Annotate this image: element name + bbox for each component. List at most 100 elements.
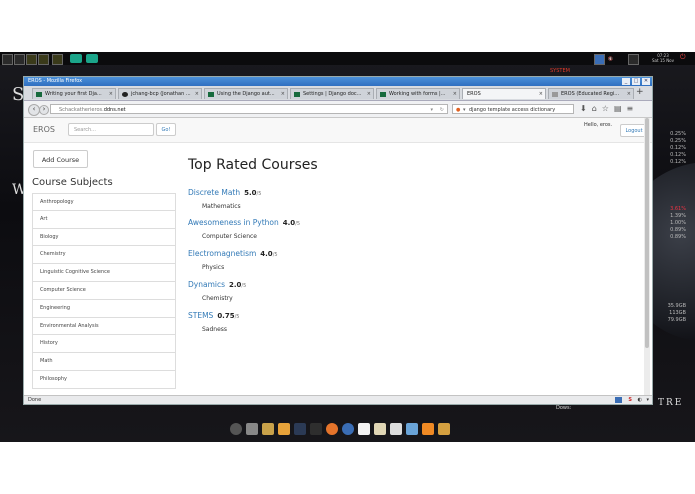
- tray-network-icon[interactable]: [594, 54, 605, 65]
- tab-close-icon[interactable]: ×: [195, 89, 199, 99]
- minimize-button[interactable]: _: [622, 78, 630, 85]
- add-course-button[interactable]: Add Course: [33, 150, 88, 168]
- dock-search-icon[interactable]: [438, 423, 450, 435]
- subject-item-environmental-analysis[interactable]: Environmental Analysis: [32, 317, 176, 336]
- dock-vlc-icon[interactable]: [422, 423, 434, 435]
- dock-terminal-icon[interactable]: [294, 423, 306, 435]
- close-button[interactable]: ✕: [642, 78, 650, 85]
- home-icon[interactable]: ⌂: [592, 104, 597, 113]
- course-score: 2.0: [228, 281, 242, 289]
- search-bar[interactable]: ● ▾ django template access dictionary: [452, 104, 574, 114]
- dropdown-arrow-icon[interactable]: ▾: [430, 105, 433, 115]
- dock-app-icon[interactable]: [310, 423, 322, 435]
- dock-text-icon[interactable]: [390, 423, 402, 435]
- reload-icon[interactable]: ↻: [440, 105, 444, 115]
- dock-folder-icon[interactable]: [278, 423, 290, 435]
- dock-media-icon[interactable]: [262, 423, 274, 435]
- tab-close-icon[interactable]: ×: [453, 89, 457, 99]
- course-subjects-heading: Course Subjects: [32, 177, 113, 188]
- site-search-input[interactable]: Search...: [68, 123, 154, 136]
- dock-image-icon[interactable]: [406, 423, 418, 435]
- bookmark-star-icon[interactable]: ☆: [602, 104, 609, 113]
- go-button[interactable]: Go!: [156, 123, 176, 136]
- download-icon[interactable]: ⬇: [580, 104, 587, 113]
- panel-launcher-icon[interactable]: [2, 54, 13, 65]
- course-link[interactable]: Electromagnetism: [188, 249, 256, 258]
- status-grid-icon[interactable]: [615, 397, 622, 403]
- course-link[interactable]: Dynamics: [188, 280, 225, 289]
- page-scrollbar[interactable]: [644, 118, 650, 395]
- status-s-icon[interactable]: S: [628, 396, 632, 405]
- github-favicon-icon: [122, 92, 128, 97]
- search-engine-dropdown-icon[interactable]: ▾: [463, 105, 466, 115]
- url-bar[interactable]: Schackatherieros.ddns.net ▾ ↻: [50, 104, 448, 114]
- subject-item-philosophy[interactable]: Philosophy: [32, 370, 176, 389]
- panel-green-icon[interactable]: [70, 54, 82, 63]
- subject-item-history[interactable]: History: [32, 335, 176, 354]
- tab-eros-educated[interactable]: EROS (Educated Regi... ×: [548, 88, 634, 99]
- power-icon[interactable]: ⏻: [680, 54, 686, 61]
- tab-django-auth[interactable]: Using the Django aut... ×: [204, 88, 288, 99]
- window-titlebar[interactable]: EROS - Mozilla Firefox _ □ ✕: [24, 77, 652, 86]
- desktop-right-text: TRE: [658, 398, 684, 408]
- dock-globe-icon[interactable]: [342, 423, 354, 435]
- forward-button[interactable]: ›: [39, 105, 49, 115]
- subject-item-math[interactable]: Math: [32, 353, 176, 371]
- django-favicon-icon: [294, 92, 300, 97]
- tab-label: jchang-bcp (Jonathan ...: [131, 91, 191, 97]
- tab-label: Working with forms |...: [389, 91, 446, 97]
- panel-app-icon[interactable]: [52, 54, 63, 65]
- panel-green-icon-2[interactable]: [86, 54, 98, 63]
- subject-list: Anthropology Art Biology Chemistry Lingu…: [32, 193, 176, 389]
- panel-files-icon[interactable]: [38, 54, 49, 65]
- tab-close-icon[interactable]: ×: [109, 89, 113, 99]
- menu-icon[interactable]: ≡: [627, 104, 634, 113]
- clipboard-icon[interactable]: ▤: [614, 104, 622, 113]
- dock-firefox-icon[interactable]: [326, 423, 338, 435]
- search-engine-icon[interactable]: ●: [456, 105, 460, 115]
- site-brand[interactable]: EROS: [33, 125, 55, 134]
- sysmon-mem-value: 1.39%: [670, 213, 686, 219]
- status-addon-icon[interactable]: ◐: [638, 396, 642, 405]
- sysmon-mem-value: 1.00%: [670, 220, 686, 226]
- course-link[interactable]: Awesomeness in Python: [188, 218, 279, 227]
- maximize-button[interactable]: □: [632, 78, 640, 85]
- panel-workspace-icon[interactable]: [14, 54, 25, 65]
- subject-item-anthropology[interactable]: Anthropology: [32, 193, 176, 211]
- panel-terminal-icon[interactable]: [26, 54, 37, 65]
- course-score: 5.0: [244, 189, 257, 197]
- tab-forms-django[interactable]: Working with forms |... ×: [376, 88, 460, 99]
- tab-close-icon[interactable]: ×: [281, 89, 285, 99]
- dock-settings-icon[interactable]: [230, 423, 242, 435]
- course-link[interactable]: STEMS: [188, 311, 213, 320]
- subject-item-chemistry[interactable]: Chemistry: [32, 246, 176, 265]
- course-entry: Discrete Math 5.0/5 Mathematics: [188, 180, 261, 210]
- tab-settings-django[interactable]: Settings | Django doc... ×: [290, 88, 374, 99]
- course-link[interactable]: Discrete Math: [188, 188, 240, 197]
- sysmon-disk-list: 35.9GB 113GB 79.9GB: [656, 303, 686, 324]
- scrollbar-thumb[interactable]: [645, 118, 649, 348]
- course-entry: STEMS 0.75/5 Sadness: [188, 303, 239, 333]
- clock[interactable]: 07:23 Sat 15 Nov: [652, 53, 674, 63]
- new-tab-button[interactable]: +: [636, 87, 644, 97]
- sysmon-mem-value: 0.89%: [670, 227, 686, 233]
- tab-eros-active[interactable]: EROS ×: [462, 88, 546, 99]
- tab-label: Using the Django aut...: [217, 91, 275, 97]
- dock-gear-icon[interactable]: [246, 423, 258, 435]
- tray-window-icon[interactable]: [628, 54, 639, 65]
- subject-item-linguistic-cognitive-science[interactable]: Linguistic Cognitive Science: [32, 264, 176, 282]
- subject-item-art[interactable]: Art: [32, 210, 176, 229]
- dock-document-icon[interactable]: [358, 423, 370, 435]
- tab-close-icon[interactable]: ×: [539, 89, 543, 99]
- tab-close-icon[interactable]: ×: [367, 89, 371, 99]
- sysmon-cpu-value: 0.12%: [670, 159, 686, 165]
- subject-item-engineering[interactable]: Engineering: [32, 299, 176, 318]
- subject-item-computer-science[interactable]: Computer Science: [32, 281, 176, 300]
- tab-close-icon[interactable]: ×: [627, 89, 631, 99]
- tab-writing-django[interactable]: Writing your first Dja... ×: [32, 88, 116, 99]
- volume-icon[interactable]: 🔇: [608, 56, 613, 61]
- dock-notes-icon[interactable]: [374, 423, 386, 435]
- tab-github-jchang[interactable]: jchang-bcp (Jonathan ... ×: [118, 88, 202, 99]
- subject-item-biology[interactable]: Biology: [32, 228, 176, 247]
- status-dropdown-icon[interactable]: ▾: [646, 396, 649, 405]
